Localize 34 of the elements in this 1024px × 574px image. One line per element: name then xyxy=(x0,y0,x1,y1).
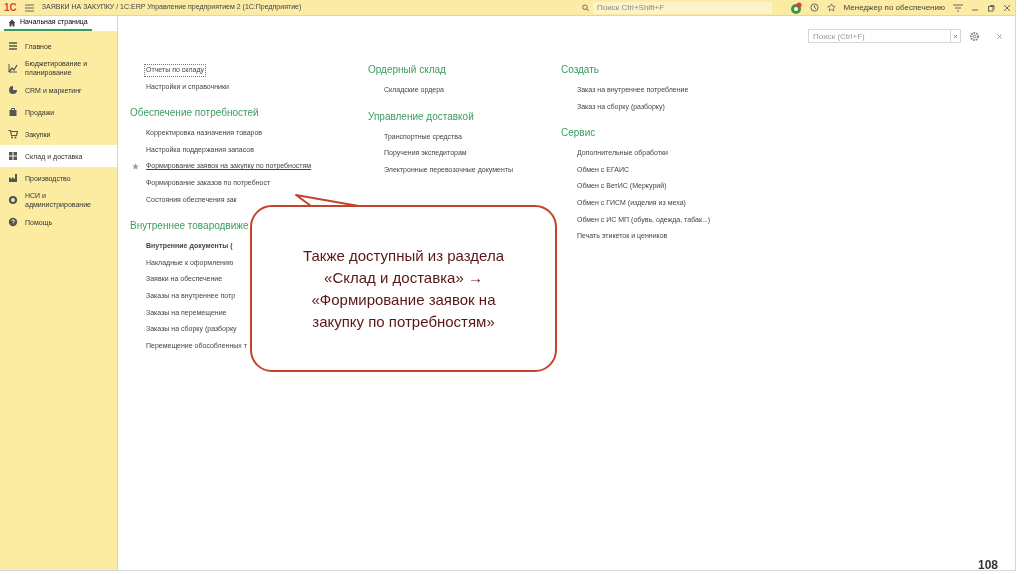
section-icon xyxy=(8,151,18,161)
section-title: Внутреннее товародвиже xyxy=(130,219,249,234)
callout-text: Также доступный из раздела «Склад и доставка» → «Формирование заявок на закупку по потребностям» xyxy=(302,245,505,332)
section-icon xyxy=(8,195,18,205)
star-icon[interactable] xyxy=(826,3,836,12)
app-logo: 1С xyxy=(4,2,17,13)
settings-icon[interactable] xyxy=(969,30,980,42)
home-icon[interactable] xyxy=(8,18,16,27)
settings-menu-icon[interactable] xyxy=(953,3,963,12)
menu-icon[interactable] xyxy=(24,3,34,12)
section-title: Управление доставкой xyxy=(368,109,474,124)
section-icon xyxy=(8,63,18,73)
close-icon[interactable] xyxy=(996,32,1003,40)
section-icon xyxy=(8,85,18,95)
user-name[interactable]: Менеджер по обеспечению xyxy=(843,1,945,14)
section-icon xyxy=(8,217,18,227)
notification-icon[interactable] xyxy=(789,1,802,14)
close-icon[interactable] xyxy=(1003,3,1011,12)
slide-number: 108 xyxy=(977,558,998,572)
favorite-star-icon[interactable] xyxy=(132,163,139,171)
section-icon xyxy=(8,173,18,183)
section-icon xyxy=(8,129,18,139)
section-icon xyxy=(8,41,18,51)
search-icon[interactable] xyxy=(581,3,590,12)
history-icon[interactable] xyxy=(809,3,819,12)
section-icon xyxy=(8,107,18,117)
restore-icon[interactable] xyxy=(987,3,995,12)
content-search-field[interactable]: Поиск (Ctrl+F) xyxy=(808,29,951,43)
section-title: Ордерный склад xyxy=(368,63,446,77)
global-search-field[interactable]: Поиск Ctrl+Shift+F xyxy=(593,1,772,14)
section-title: Обеспечение потребностей xyxy=(130,106,259,121)
clear-icon[interactable] xyxy=(953,33,958,39)
section-title: Создать xyxy=(561,63,599,77)
section-title: Сервис xyxy=(561,126,596,141)
